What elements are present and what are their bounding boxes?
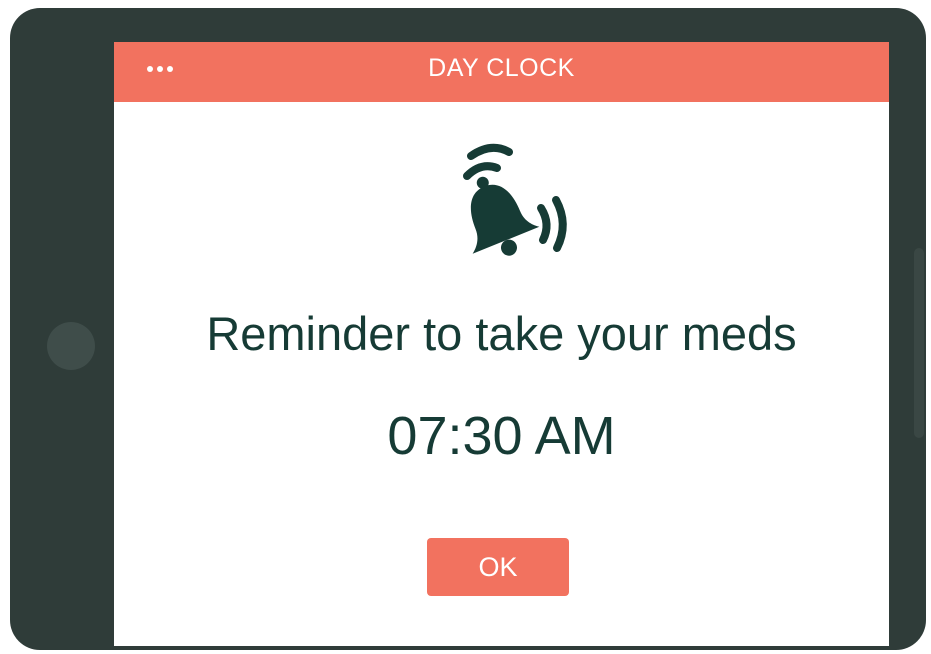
side-edge-slot	[914, 248, 924, 438]
ok-button[interactable]: OK	[427, 538, 569, 596]
reminder-message: Reminder to take your meds	[206, 307, 797, 360]
ringing-bell-icon	[463, 143, 567, 256]
title-bar: DAY CLOCK	[114, 42, 889, 102]
alarm-time: 07:30 AM	[387, 406, 616, 466]
screen: DAY CLOCK Reminder to take your meds 07:…	[114, 42, 889, 646]
home-button[interactable]	[47, 322, 95, 370]
tablet-frame: DAY CLOCK Reminder to take your meds 07:…	[10, 8, 926, 650]
app-title: DAY CLOCK	[428, 54, 575, 82]
